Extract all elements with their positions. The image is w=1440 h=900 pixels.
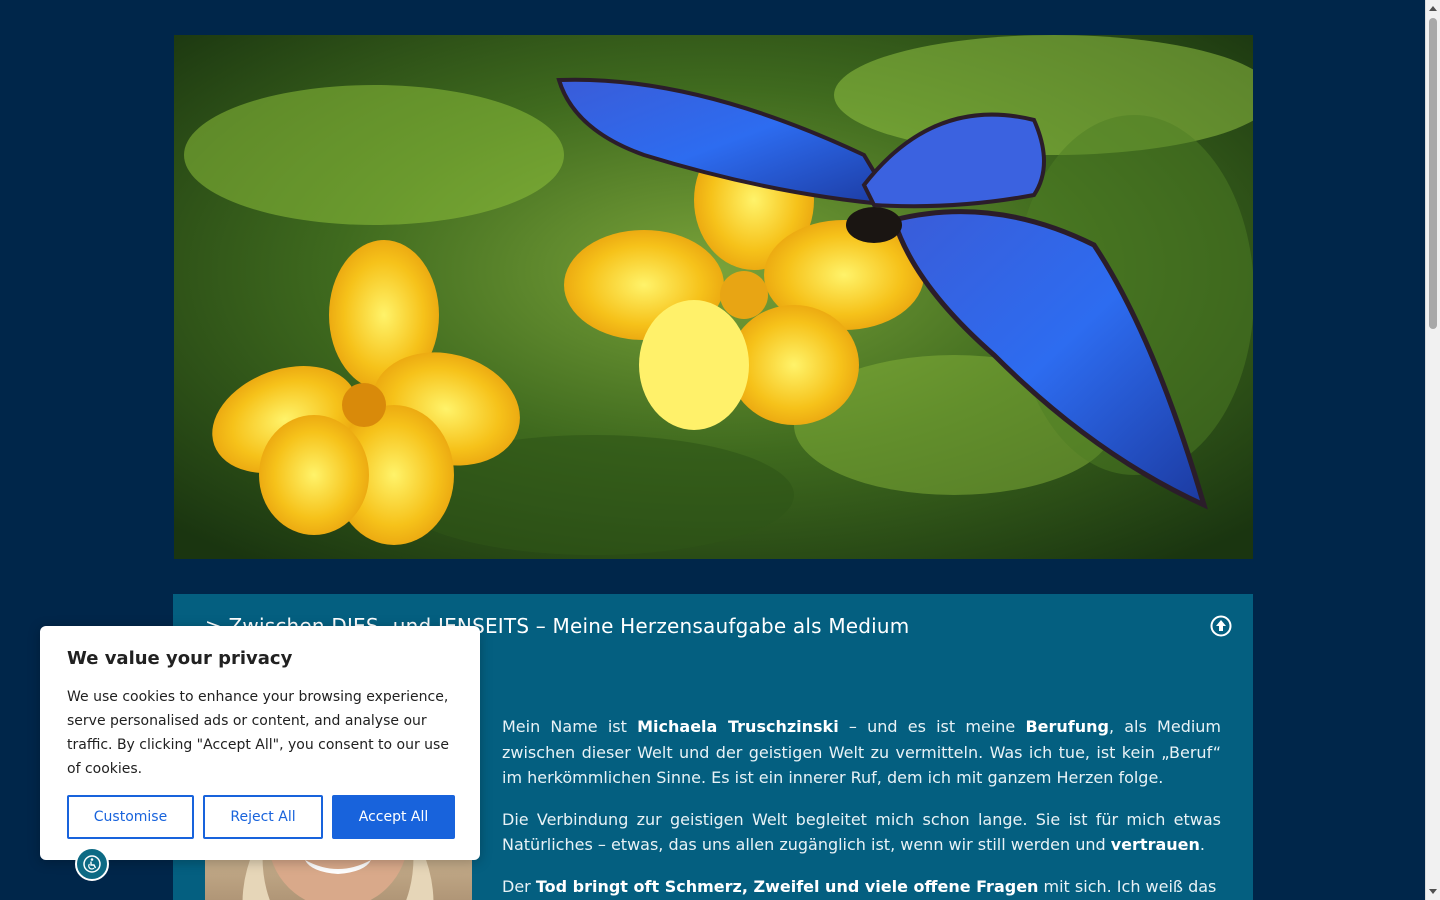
content-paragraph: Die Verbindung zur geistigen Welt beglei…: [502, 807, 1221, 858]
scrollbar[interactable]: [1425, 0, 1440, 900]
text-segment: .: [1199, 835, 1205, 854]
bold-text: Michaela Truschzinski: [637, 717, 839, 736]
scroll-down-icon[interactable]: [1429, 889, 1437, 894]
bold-text: vertrauen: [1110, 835, 1200, 854]
scroll-up-icon[interactable]: [1429, 6, 1437, 11]
scroll-thumb[interactable]: [1429, 18, 1437, 329]
hero-image: [174, 35, 1253, 559]
cookie-banner: We value your privacy We use cookies to …: [40, 626, 480, 860]
accessibility-button[interactable]: [75, 847, 109, 881]
content-paragraph: Der Tod bringt oft Schmerz, Zweifel und …: [502, 874, 1221, 900]
text-segment: Der: [502, 876, 536, 896]
circle-arrow-up-icon[interactable]: [1210, 615, 1232, 637]
text-segment: – und es ist meine: [838, 717, 1026, 736]
bold-text: Tod bringt oft Schmerz, Zweifel und viel…: [535, 876, 1039, 896]
cookie-title: We value your privacy: [67, 648, 293, 669]
reject-all-button[interactable]: Reject All: [203, 795, 323, 839]
text-segment: Mein Name ist: [502, 717, 638, 736]
accept-all-button[interactable]: Accept All: [332, 795, 455, 839]
cookie-description: We use cookies to enhance your browsing …: [67, 689, 449, 777]
content-paragraph: Mein Name ist Michaela Truschzinski – un…: [502, 714, 1221, 791]
bold-text: Berufung: [1025, 717, 1109, 736]
accessibility-icon: [83, 855, 101, 873]
content-text: Mein Name ist Michaela Truschzinski – un…: [502, 714, 1221, 900]
butterfly-image: [174, 35, 1253, 559]
customise-button[interactable]: Customise: [67, 795, 194, 839]
text-segment: mit sich. Ich weiß das: [1038, 876, 1217, 896]
